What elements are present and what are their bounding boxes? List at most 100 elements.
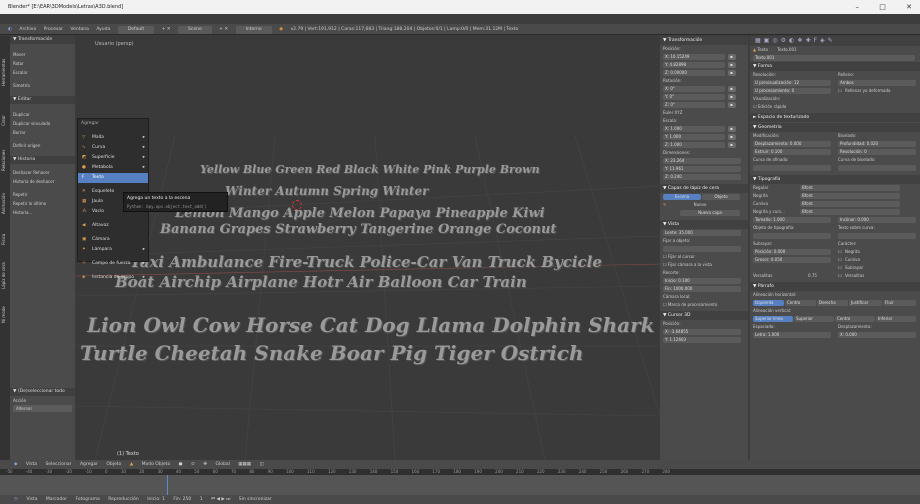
paragraph-section-title[interactable]: ▼ Párrafo <box>750 282 920 291</box>
duplicate-button[interactable]: Duplicar <box>10 110 75 119</box>
add-curve-item[interactable]: ∿ Curva ▸ <box>78 143 148 153</box>
editor-type-icon[interactable]: ◆ <box>14 462 17 467</box>
orientation-select[interactable]: Global <box>215 462 229 467</box>
geometry-section-title[interactable]: ▼ Geometría <box>750 123 920 132</box>
menu-archivo[interactable]: Archivo <box>19 27 36 32</box>
font-italic-select[interactable]: Bfont <box>800 201 900 207</box>
location-y-field[interactable]: Y: 4.82898 <box>663 62 725 68</box>
tab-fisica[interactable]: Física <box>1 226 9 252</box>
valign-topbase-button[interactable]: Superior línea <box>753 316 793 322</box>
select-menu[interactable]: Seleccionar <box>45 462 71 467</box>
text-line-vehicles-2[interactable]: Boat Airchip Airplane Hotr Air Balloon C… <box>115 273 527 291</box>
text-line-colors[interactable]: Yellow Blue Green Red Black White Pink P… <box>200 163 540 176</box>
valign-bottom-button[interactable]: Inferior <box>876 316 916 322</box>
tab-animacion[interactable]: Animación <box>1 184 9 222</box>
align-right-button[interactable]: Derecha <box>817 300 848 306</box>
scale-x-field[interactable]: X: 1.000 <box>663 126 725 132</box>
underline-position-field[interactable]: Posición: 0.000 <box>753 249 831 255</box>
timeline-marker-menu[interactable]: Marcador <box>46 497 67 502</box>
timeline-track[interactable] <box>0 475 920 495</box>
text-line-vehicles-1[interactable]: Taxi Ambulance Fire-Truck Police-Car Van… <box>130 253 602 271</box>
menu-procesar[interactable]: Procesar <box>44 27 63 32</box>
bevel-resolution-field[interactable]: Resolución: 0 <box>838 149 916 155</box>
render-u-field[interactable]: U procesamiento: 0 <box>753 88 831 94</box>
font-bolditalic-select[interactable]: Bfont <box>800 209 900 215</box>
valign-top-button[interactable]: Superior <box>794 316 834 322</box>
font-size-field[interactable]: Tamaño: 1.000 <box>753 217 831 223</box>
letter-spacing-field[interactable]: Letra: 1.000 <box>753 332 831 338</box>
context-object[interactable]: Texto <box>757 47 768 52</box>
shear-field[interactable]: Inclinar: 0.000 <box>838 217 916 223</box>
rotate-button[interactable]: Rotar <box>10 59 75 68</box>
tab-herramientas[interactable]: Herramientas <box>1 42 9 102</box>
add-text-item[interactable]: F Texto <box>78 173 148 183</box>
view-section-title[interactable]: ▼ Vista <box>660 220 748 229</box>
text-line-animals-1[interactable]: Lion Owl Cow Horse Cat Dog Llama Dolphin… <box>87 313 655 337</box>
scale-z-field[interactable]: Z: 1.000 <box>663 142 725 148</box>
properties-tabs[interactable]: ▦▣◎⚙◐❖✚F◈✎ <box>750 36 920 46</box>
cursor-section-title[interactable]: ▼ Cursor 3D <box>660 311 748 320</box>
lock-icon[interactable]: ▪ <box>728 94 736 100</box>
lock-icon[interactable]: ▪ <box>728 142 736 148</box>
extrude-field[interactable]: Extruir: 0.100 <box>753 149 831 155</box>
lock-icon[interactable]: ▪ <box>728 62 736 68</box>
cursor-x-field[interactable]: X: -3.64855 <box>663 329 741 335</box>
menu-ventana[interactable]: Ventana <box>70 27 88 32</box>
rotation-z-field[interactable]: Z: 0° <box>663 102 725 108</box>
layout-select[interactable]: Default <box>117 26 155 34</box>
font-bold-select[interactable]: Bfont <box>800 193 900 199</box>
underline-thickness-field[interactable]: Grosor: 0.050 <box>753 257 831 263</box>
location-x-field[interactable]: X: 10.15249 <box>663 54 725 60</box>
lock-icon[interactable]: ▪ <box>728 54 736 60</box>
text-line-animals-2[interactable]: Turtle Cheetah Snake Boar Pig Tiger Ostr… <box>80 341 584 365</box>
tab-relaciones[interactable]: Relaciones <box>1 140 9 180</box>
duplicate-linked-button[interactable]: Duplicar vinculado <box>10 119 75 128</box>
lock-icon[interactable]: ▪ <box>728 70 736 76</box>
history-button[interactable]: Historia... <box>10 208 75 217</box>
add-forcefield-item[interactable]: ⚛ Campo de fuerza ▸ <box>78 259 148 269</box>
edit-section-title[interactable]: ▼ Editar <box>10 96 75 104</box>
font-regular-select[interactable]: Bfont <box>800 185 900 191</box>
add-menu-button[interactable]: Agregar <box>80 462 98 467</box>
timeline-view-menu[interactable]: Vista <box>26 497 37 502</box>
tab-crear[interactable]: Crear <box>1 106 9 136</box>
lens-field[interactable]: Lente: 35.000 <box>663 230 741 236</box>
texture-space-title[interactable]: ► Espacio de texturizado <box>750 113 920 122</box>
blender-icon[interactable]: ◐ <box>8 27 12 32</box>
mirror-button[interactable]: Simetría <box>10 81 75 90</box>
snap-icon[interactable]: ◫ <box>259 462 263 467</box>
taper-field[interactable] <box>753 165 831 171</box>
scene-add-icon[interactable]: + ✕ <box>219 27 228 32</box>
smallcaps-scale-field[interactable]: 0.75 <box>808 272 817 280</box>
rotation-x-field[interactable]: X: 0° <box>663 86 725 92</box>
3d-viewport[interactable]: Usuario (persp) Yellow Blue Green Red Bl… <box>75 36 660 460</box>
underline-checkbox[interactable]: ☐ <box>838 264 842 272</box>
undo-redo-buttons[interactable]: Deshacer Rehacer <box>10 168 75 177</box>
add-group-instance-item[interactable]: ◈ Instancia de grupo ▸ <box>78 273 148 283</box>
new-layer-button[interactable]: Nueva capa <box>680 210 740 216</box>
rotation-mode-select[interactable]: Euler XYZ <box>660 109 748 117</box>
offset-x-field[interactable]: X: 0.000 <box>838 332 916 338</box>
tab-ni-mode[interactable]: Ni mode <box>1 300 9 330</box>
layout-add-icon[interactable]: + ✕ <box>162 27 171 32</box>
align-center-button[interactable]: Centro <box>785 300 816 306</box>
frame-end-field[interactable]: Fin: 250 <box>173 497 191 502</box>
timeline-playback-menu[interactable]: Reproducción <box>108 497 139 502</box>
move-button[interactable]: Mover <box>10 50 75 59</box>
preview-u-field[interactable]: U previsualización: 12 <box>753 80 831 86</box>
lock-icon[interactable]: ▪ <box>728 86 736 92</box>
grease-scene-tab[interactable]: Escena <box>663 194 701 200</box>
align-flush-button[interactable]: Fluir <box>883 300 916 306</box>
lock-icon[interactable]: ▪ <box>728 134 736 140</box>
align-left-button[interactable]: Izquierda <box>753 300 784 306</box>
minimize-button[interactable]: – <box>856 3 860 11</box>
timeline-frame-menu[interactable]: Fotograma <box>75 497 99 502</box>
clip-end-field[interactable]: Fin: 1000.000 <box>663 286 741 292</box>
cursor-y-field[interactable]: Y: 1.12603 <box>663 337 741 343</box>
repeat-last-button[interactable]: Repetir lo último <box>10 199 75 208</box>
object-menu[interactable]: Objeto <box>106 462 121 467</box>
grease-pencil-title[interactable]: ▼ Capas de lápiz de cera <box>660 184 748 193</box>
shading-icon[interactable]: ● <box>179 462 183 467</box>
current-frame-field[interactable]: 1 <box>200 497 203 502</box>
valign-center-button[interactable]: Centro <box>835 316 875 322</box>
